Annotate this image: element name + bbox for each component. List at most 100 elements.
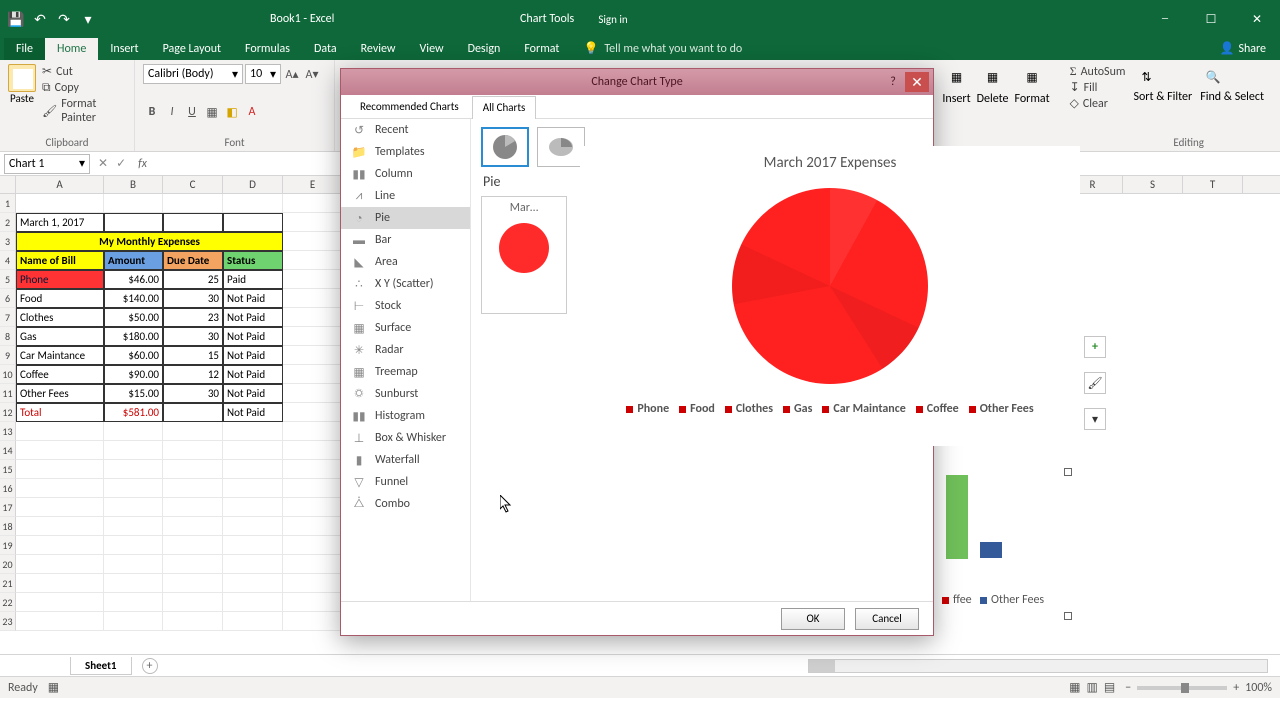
tab-all-charts[interactable]: All Charts (472, 96, 537, 119)
format-cells-button[interactable]: ▦Format (1014, 64, 1049, 147)
tab-page-layout[interactable]: Page Layout (151, 38, 233, 60)
tab-review[interactable]: Review (349, 38, 408, 60)
redo-icon[interactable]: ↷ (56, 11, 72, 27)
subtype-pie-2d[interactable] (481, 127, 529, 167)
row-header[interactable]: 8 (0, 327, 16, 346)
row-header[interactable]: 1 (0, 194, 16, 213)
row-header[interactable]: 5 (0, 270, 16, 289)
row-header[interactable]: 11 (0, 384, 16, 403)
underline-button[interactable]: U (183, 103, 201, 121)
chart-type-bar[interactable]: ▬Bar (341, 229, 470, 251)
horizontal-scrollbar[interactable] (158, 659, 1280, 673)
row-header[interactable]: 13 (0, 422, 16, 441)
chart-type-histogram[interactable]: ▮▮Histogram (341, 405, 470, 427)
increase-font-icon[interactable]: A▴ (283, 65, 301, 83)
autosum-button[interactable]: ΣAutoSum (1070, 64, 1126, 79)
maximize-button[interactable]: ☐ (1188, 0, 1234, 38)
chart-type-surface[interactable]: ▦Surface (341, 317, 470, 339)
row-header[interactable]: 3 (0, 232, 16, 251)
cell[interactable]: $46.00 (104, 270, 163, 289)
cell[interactable] (16, 194, 104, 213)
row-header[interactable]: 22 (0, 593, 16, 612)
cell[interactable]: 30 (163, 384, 223, 403)
dialog-help-button[interactable]: ? (883, 73, 903, 91)
cell[interactable] (163, 403, 223, 422)
copy-button[interactable]: ⧉Copy (42, 81, 126, 95)
cell[interactable]: Due Date (163, 251, 223, 270)
col-header[interactable]: T (1183, 176, 1243, 193)
page-break-view-icon[interactable]: ▤ (1104, 680, 1115, 695)
chart-type-pie[interactable]: ◔Pie (341, 207, 470, 229)
chart-preview-thumb[interactable]: Mar… (481, 196, 567, 314)
cell[interactable]: $50.00 (104, 308, 163, 327)
tab-home[interactable]: Home (45, 38, 98, 60)
row-header[interactable]: 18 (0, 517, 16, 536)
col-header[interactable]: D (223, 176, 283, 193)
cell[interactable]: Other Fees (16, 384, 104, 403)
tab-insert[interactable]: Insert (98, 38, 150, 60)
chart-type-line[interactable]: ⩘Line (341, 185, 470, 207)
chart-type-treemap[interactable]: ▦Treemap (341, 361, 470, 383)
row-header[interactable]: 9 (0, 346, 16, 365)
chart-type-combo[interactable]: ⧊Combo (341, 493, 470, 515)
chart-type-scatter[interactable]: ∴X Y (Scatter) (341, 273, 470, 295)
row-header[interactable]: 23 (0, 612, 16, 631)
cell[interactable]: March 1, 2017 (16, 213, 104, 232)
cell[interactable]: Coffee (16, 365, 104, 384)
subtype-pie-3d[interactable] (537, 127, 585, 167)
tell-me[interactable]: 💡Tell me what you want to do (571, 37, 754, 60)
col-header[interactable]: E (283, 176, 343, 193)
row-header[interactable]: 21 (0, 574, 16, 593)
cell[interactable]: Status (223, 251, 283, 270)
cell[interactable]: Amount (104, 251, 163, 270)
zoom-out-button[interactable]: − (1125, 681, 1131, 695)
cell[interactable]: Food (16, 289, 104, 308)
share-button[interactable]: 👤Share (1205, 37, 1280, 60)
cell[interactable]: Car Maintance (16, 346, 104, 365)
cell[interactable]: 30 (163, 289, 223, 308)
cell[interactable]: $140.00 (104, 289, 163, 308)
cell[interactable]: Not Paid (223, 403, 283, 422)
fx-icon[interactable]: fx (138, 157, 147, 171)
cell[interactable]: Not Paid (223, 346, 283, 365)
zoom-in-button[interactable]: + (1233, 681, 1239, 695)
row-header[interactable]: 4 (0, 251, 16, 270)
normal-view-icon[interactable]: ▦ (1069, 680, 1080, 695)
close-button[interactable]: ✕ (1234, 0, 1280, 38)
cell[interactable]: 15 (163, 346, 223, 365)
sheet-tab[interactable]: Sheet1 (70, 657, 132, 675)
row-header[interactable]: 6 (0, 289, 16, 308)
ok-button[interactable]: OK (781, 608, 845, 630)
cut-button[interactable]: ✂Cut (42, 64, 126, 79)
save-icon[interactable]: 💾 (8, 11, 24, 27)
delete-cells-button[interactable]: ▦Delete (977, 64, 1009, 147)
fill-color-button[interactable]: ◧ (223, 103, 241, 121)
col-header[interactable]: B (104, 176, 163, 193)
find-select-button[interactable]: 🔍Find & Select (1200, 64, 1264, 147)
row-header[interactable]: 10 (0, 365, 16, 384)
dialog-title[interactable]: Change Chart Type ? ✕ (341, 69, 933, 95)
macro-record-icon[interactable]: ▦ (48, 680, 59, 695)
cell[interactable]: $60.00 (104, 346, 163, 365)
cell[interactable]: Paid (223, 270, 283, 289)
chart-type-templates[interactable]: 📁Templates (341, 141, 470, 163)
select-all-corner[interactable] (0, 176, 16, 193)
row-header[interactable]: 15 (0, 460, 16, 479)
zoom-slider[interactable] (1137, 686, 1227, 690)
undo-icon[interactable]: ↶ (32, 11, 48, 27)
chart-handle[interactable] (1064, 612, 1072, 620)
insert-cells-button[interactable]: ▦Insert (942, 64, 970, 147)
paste-button[interactable]: Paste (8, 64, 36, 125)
cell[interactable]: Total (16, 403, 104, 422)
col-header[interactable]: C (163, 176, 223, 193)
chart-add-element-button[interactable]: + (1084, 336, 1106, 358)
col-header[interactable]: A (16, 176, 104, 193)
chart-type-boxwhisker[interactable]: ⊥Box & Whisker (341, 427, 470, 449)
format-painter-button[interactable]: 🖌Format Painter (42, 97, 126, 125)
tab-format[interactable]: Format (512, 38, 571, 60)
sort-filter-button[interactable]: ⇅Sort & Filter (1133, 64, 1192, 147)
chart-type-recent[interactable]: ↺Recent (341, 119, 470, 141)
add-sheet-button[interactable]: + (142, 658, 158, 674)
cell[interactable]: Not Paid (223, 384, 283, 403)
cell[interactable]: Not Paid (223, 289, 283, 308)
